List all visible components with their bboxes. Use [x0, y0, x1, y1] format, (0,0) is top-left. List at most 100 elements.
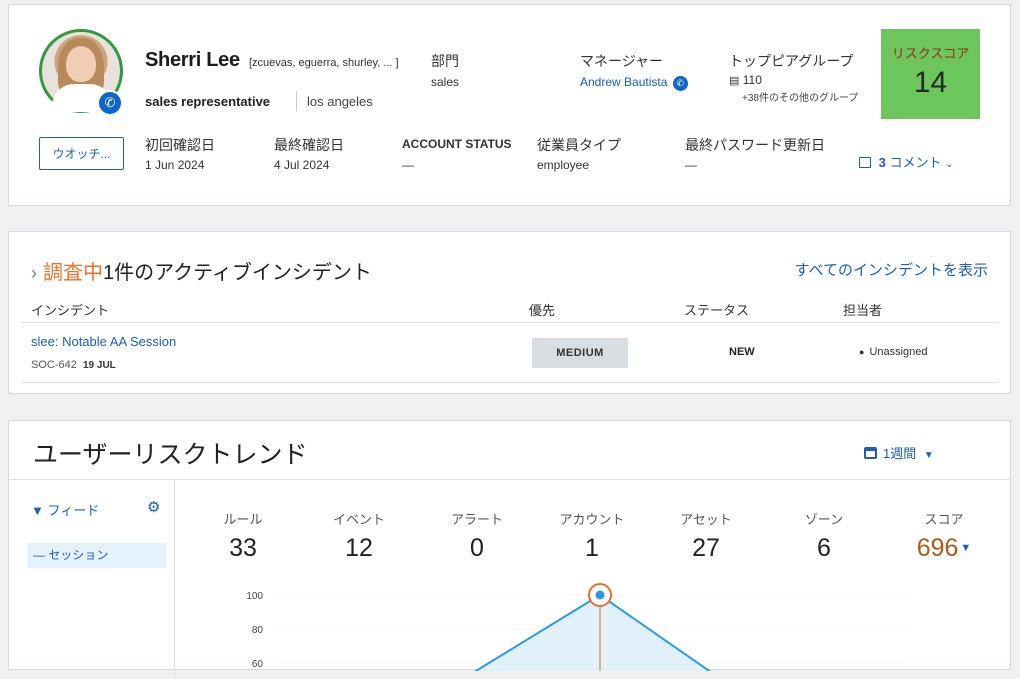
stat-label: アカウント [559, 512, 625, 527]
user-location: los angeles [307, 94, 373, 109]
stat-value: 12 [345, 534, 373, 562]
incidents-title: 1件のアクティブインシデント [103, 262, 372, 284]
chevron-down-icon: ⌄ [945, 159, 954, 170]
comments-toggle[interactable]: 3 コメント ⌄ [859, 152, 954, 171]
account-status-label: ACCOUNT STATUS [402, 137, 512, 151]
stat-label: ゾーン [804, 512, 844, 527]
stat-alerts[interactable]: アラート 0 [437, 509, 517, 563]
last-seen-value: 4 Jul 2024 [274, 158, 330, 172]
first-seen-label: 初回確認日 [145, 137, 215, 153]
y-tick-label: 80 [252, 625, 264, 636]
manager-name[interactable]: Andrew Bautista [580, 75, 667, 89]
comments-label: コメント [889, 155, 942, 170]
stat-value: 27 [692, 534, 720, 562]
phone-icon[interactable]: ✆ [97, 90, 123, 116]
incidents-header[interactable]: › 調査中1件のアクティブインシデント [31, 256, 372, 285]
stat-value: 1 [585, 534, 599, 562]
user-name: Sherri Lee [145, 49, 240, 71]
employee-type-value: employee [537, 158, 590, 172]
investigating-label: 調査中 [43, 262, 103, 284]
stat-value: 33 [229, 534, 257, 562]
peer-group-value[interactable]: ▤ 110 [729, 73, 762, 87]
avatar-face [66, 46, 96, 82]
user-role: sales representative [145, 94, 271, 109]
risk-trend-card: ユーザーリスクトレンド 1週間 ▼ ▼ フィード ⚙ — セッション ルール 33… [8, 420, 1011, 679]
comments-count: 3 [878, 155, 886, 170]
stat-score[interactable]: スコア 696 ▼ [904, 509, 984, 563]
period-selector[interactable]: 1週間 ▼ [864, 443, 934, 462]
divider [175, 479, 1010, 480]
risk-score-label: リスクスコア [891, 46, 970, 61]
stat-accounts[interactable]: アカウント 1 [552, 509, 632, 563]
feed-filter[interactable]: ▼ フィード [31, 500, 99, 519]
stat-label: スコア [924, 512, 964, 527]
first-seen-value: 1 Jun 2024 [145, 158, 205, 172]
data-point [595, 590, 605, 600]
peer-group-icon: ▤ [729, 75, 740, 87]
y-tick-label: 100 [246, 591, 263, 602]
manager-link[interactable]: Andrew Bautista ✆ [580, 75, 688, 91]
period-label: 1週間 [883, 446, 917, 461]
feed-sidebar: ▼ フィード ⚙ — セッション [9, 479, 175, 679]
session-label: セッション [48, 548, 109, 562]
stat-label: ルール [223, 512, 263, 527]
peer-group-more[interactable]: +38件のその他のグループ [742, 89, 858, 104]
dash-icon: — [33, 548, 45, 562]
status-value: NEW [729, 346, 755, 358]
divider [21, 322, 998, 323]
stat-rules[interactable]: ルール 33 [203, 509, 283, 563]
y-tick-label: 60 [252, 659, 264, 670]
stat-value: 6 [817, 534, 831, 562]
filter-icon: ▼ [31, 503, 44, 518]
assignee-value[interactable]: ● Unassigned [859, 346, 928, 358]
risk-trend-title: ユーザーリスクトレンド [33, 441, 308, 469]
risk-trend-chart: 100 80 60 [246, 583, 910, 671]
stat-value: 696 ▼ [904, 534, 984, 563]
user-profile-card: ✆ Sherri Lee [zcuevas, eguerra, shurley,… [8, 4, 1011, 206]
department-value: sales [431, 75, 460, 89]
column-header-assignee[interactable]: 担当者 [843, 300, 882, 319]
department-label: 部門 [431, 53, 459, 69]
stat-label: アラート [450, 512, 503, 527]
column-header-priority[interactable]: 優先 [529, 300, 555, 319]
feed-label: フィード [47, 503, 100, 518]
assignee-name: Unassigned [869, 346, 928, 358]
last-password-label: 最終パスワード更新日 [685, 137, 825, 153]
divider [296, 91, 297, 111]
last-password-value: — [685, 158, 697, 172]
risk-score-box: リスクスコア 14 [881, 29, 980, 119]
gear-icon[interactable]: ⚙ [147, 498, 160, 516]
peer-group-label: トップピアグループ [729, 53, 854, 69]
divider [21, 382, 998, 383]
stat-label: イベント [332, 512, 385, 527]
priority-badge: MEDIUM [532, 338, 628, 368]
caret-down-icon: ▼ [923, 450, 934, 461]
stat-value: 0 [470, 534, 484, 562]
chevron-right-icon[interactable]: › [31, 263, 37, 283]
incident-link[interactable]: slee: Notable AA Session [31, 334, 176, 349]
phone-icon[interactable]: ✆ [672, 76, 688, 91]
user-icon: ● [859, 347, 865, 357]
stat-label: アセット [680, 512, 732, 527]
calendar-icon [864, 447, 877, 459]
incident-id-text: SOC-642 [31, 359, 77, 371]
column-header-incident[interactable]: インシデント [31, 300, 109, 319]
incident-id: SOC-642 19 JUL [31, 359, 116, 371]
sidebar-item-session[interactable]: — セッション [27, 543, 166, 568]
stat-assets[interactable]: アセット 27 [666, 509, 746, 563]
caret-down-icon[interactable]: ▼ [960, 542, 971, 554]
column-header-status[interactable]: ステータス [684, 300, 749, 319]
score-value: 696 [916, 534, 959, 562]
risk-score-value: 14 [913, 66, 948, 99]
user-aliases[interactable]: [zcuevas, eguerra, shurley, ... ] [249, 57, 399, 69]
stat-events[interactable]: イベント 12 [319, 509, 399, 563]
comment-icon [859, 157, 871, 168]
employee-type-label: 従業員タイプ [537, 137, 621, 153]
incidents-card: › 調査中1件のアクティブインシデント すべてのインシデントを表示 インシデント … [8, 231, 1011, 394]
peer-group-count: 110 [742, 73, 762, 87]
manager-label: マネージャー [580, 53, 664, 69]
stat-zones[interactable]: ゾーン 6 [784, 509, 864, 563]
view-all-incidents-link[interactable]: すべてのインシデントを表示 [795, 259, 988, 280]
incident-date: 19 JUL [82, 360, 116, 371]
watch-button[interactable]: ウオッチ... [39, 137, 124, 170]
